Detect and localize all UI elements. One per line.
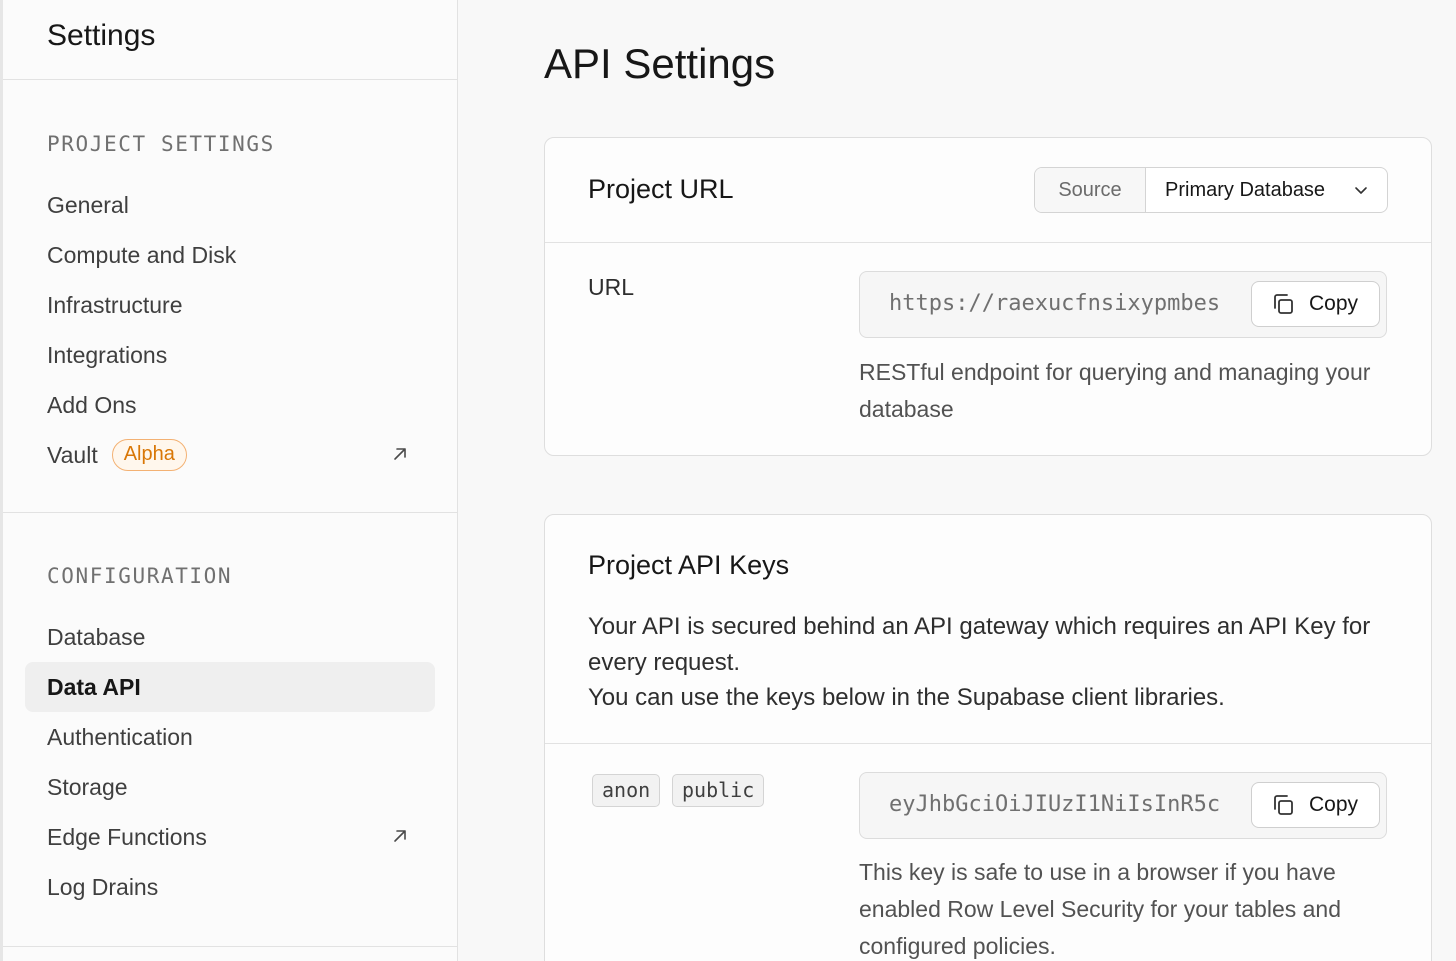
sidebar-header: Settings <box>3 0 457 80</box>
api-key-value: eyJhbGciOiJIUzI1NiIsInR5c <box>889 792 1221 817</box>
section-label: PROJECT SETTINGS <box>47 132 275 156</box>
sidebar-item-authentication[interactable]: Authentication <box>25 712 435 762</box>
alpha-badge: Alpha <box>111 439 187 471</box>
sidebar-item-integrations[interactable]: Integrations <box>25 330 435 380</box>
sidebar-item-compute-and-disk[interactable]: Compute and Disk <box>25 230 435 280</box>
chevron-down-icon <box>1355 187 1367 194</box>
main-content: API Settings Project URL Source Primary … <box>458 0 1456 961</box>
sidebar-item-log-drains[interactable]: Log Drains <box>25 862 435 912</box>
card-header: Project URL Source Primary Database <box>545 138 1431 243</box>
sidebar-item-label: Edge Functions <box>47 824 207 850</box>
source-value: Primary Database <box>1165 178 1326 201</box>
sidebar-item-label: Data API <box>47 674 141 700</box>
sidebar-item-general[interactable]: General <box>25 180 435 230</box>
sidebar-item-vault[interactable]: Vault Alpha <box>25 430 435 480</box>
sidebar-item-label: Integrations <box>47 342 168 368</box>
card-title: Project API Keys <box>588 550 790 580</box>
api-key-help-text: This key is safe to use in a browser if … <box>859 859 1342 959</box>
sidebar-item-data-api[interactable]: Data API <box>25 662 435 712</box>
copy-key-button[interactable]: Copy <box>1251 782 1380 828</box>
description-line: You can use the keys below in the Supaba… <box>588 684 1225 711</box>
sidebar-item-label: Log Drains <box>47 874 159 900</box>
sidebar-item-label: Vault <box>47 442 98 468</box>
copy-icon <box>1274 294 1293 314</box>
sidebar-item-label: Authentication <box>47 724 193 750</box>
external-link-icon <box>394 448 406 460</box>
source-dropdown[interactable]: Primary Database <box>1146 168 1387 212</box>
project-url-card: Project URL Source Primary Database URL … <box>544 137 1432 456</box>
sidebar-section-configuration: CONFIGURATION Database Data API Authenti… <box>3 513 457 947</box>
anon-tag: anon <box>592 774 661 807</box>
sidebar-section-project-settings: PROJECT SETTINGS General Compute and Dis… <box>3 80 457 513</box>
sidebar-item-infrastructure[interactable]: Infrastructure <box>25 280 435 330</box>
sidebar-item-label: Storage <box>47 774 128 800</box>
sidebar-item-label: Add Ons <box>47 392 137 418</box>
url-field[interactable]: https://raexucfnsixypmbes Copy <box>859 271 1387 338</box>
api-key-field[interactable]: eyJhbGciOiJIUzI1NiIsInR5c Copy <box>859 772 1387 839</box>
card-title: Project URL <box>588 174 734 204</box>
section-label: CONFIGURATION <box>47 564 233 588</box>
sidebar-item-add-ons[interactable]: Add Ons <box>25 380 435 430</box>
sidebar-item-label: Database <box>47 624 146 650</box>
sidebar-item-label: Infrastructure <box>47 292 183 318</box>
sidebar-item-label: Compute and Disk <box>47 242 237 268</box>
description-line: Your API is secured behind an API gatewa… <box>588 613 1371 676</box>
sidebar-title: Settings <box>47 18 156 52</box>
url-label: URL <box>588 274 635 300</box>
source-selector: Source Primary Database <box>1034 167 1388 213</box>
public-tag: public <box>672 774 765 807</box>
sidebar-item-edge-functions[interactable]: Edge Functions <box>25 812 435 862</box>
sidebar-item-storage[interactable]: Storage <box>25 762 435 812</box>
card-header: Project API Keys Your API is secured beh… <box>545 515 1431 744</box>
card-description: Your API is secured behind an API gatewa… <box>588 609 1388 716</box>
source-label: Source <box>1035 168 1146 212</box>
api-keys-card: Project API Keys Your API is secured beh… <box>544 514 1432 961</box>
copy-icon <box>1274 795 1293 815</box>
settings-sidebar: Settings PROJECT SETTINGS General Comput… <box>0 0 458 961</box>
copy-url-button[interactable]: Copy <box>1251 281 1380 327</box>
copy-label: Copy <box>1309 292 1359 315</box>
sidebar-item-label: General <box>47 192 129 218</box>
url-help-text: RESTful endpoint for querying and managi… <box>859 359 1371 422</box>
url-value: https://raexucfnsixypmbes <box>889 291 1221 316</box>
copy-label: Copy <box>1309 793 1359 816</box>
page-title: API Settings <box>544 40 776 87</box>
sidebar-item-database[interactable]: Database <box>25 612 435 662</box>
external-link-icon <box>394 830 406 842</box>
